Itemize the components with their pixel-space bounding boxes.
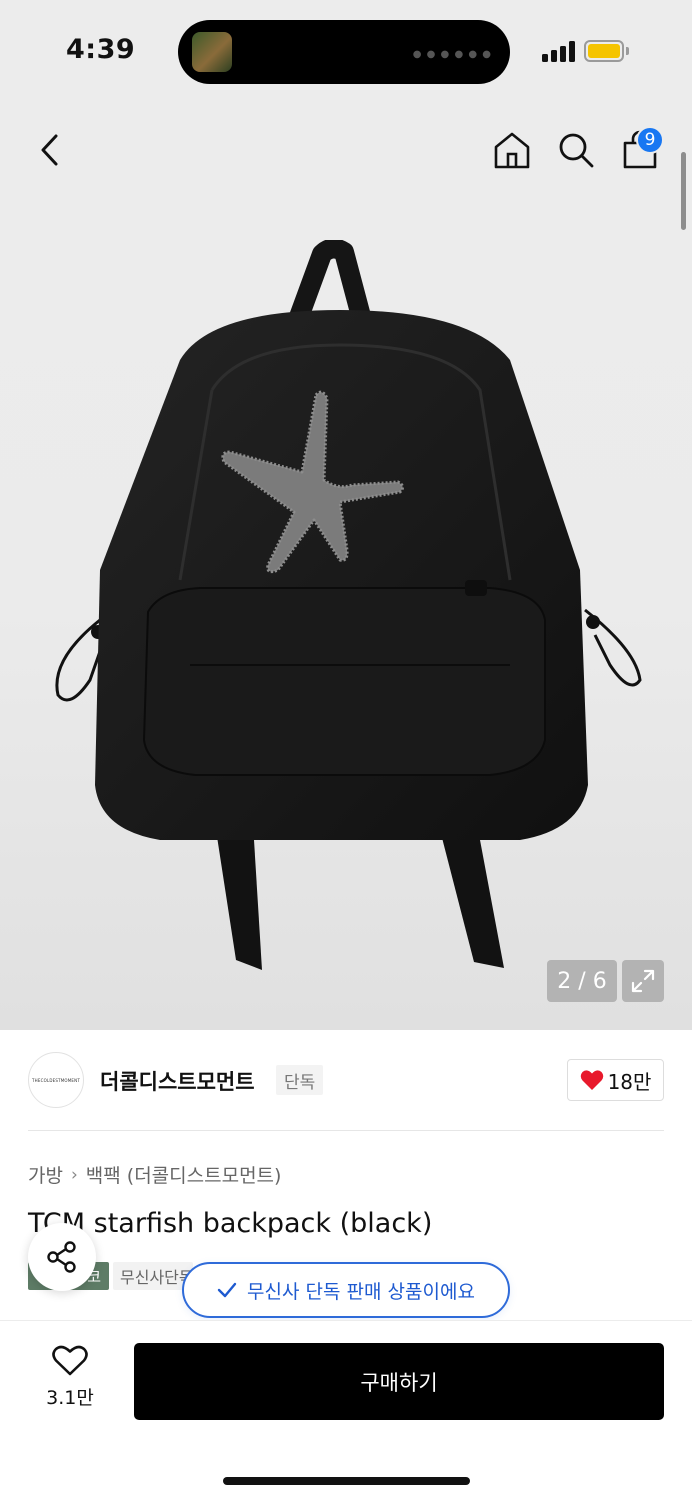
product-image-gallery[interactable]: 9 2 / 6 [0, 100, 692, 1030]
share-button[interactable] [28, 1223, 96, 1291]
expand-button[interactable] [622, 960, 664, 1002]
image-counter: 2 / 6 [547, 960, 617, 1002]
brand-name[interactable]: 더콜디스트모먼트 [100, 1066, 255, 1096]
now-playing-artwork [192, 32, 232, 72]
section-divider [28, 1130, 664, 1131]
search-button[interactable] [554, 128, 598, 172]
wishlist-button[interactable]: 3.1만 [30, 1345, 110, 1421]
breadcrumb-item-bag[interactable]: 가방 [28, 1161, 63, 1188]
heart-filled-icon [580, 1070, 603, 1090]
check-icon [217, 1282, 237, 1298]
expand-icon [631, 969, 655, 993]
scrollbar[interactable] [681, 152, 686, 230]
buy-button[interactable]: 구매하기 [134, 1343, 664, 1420]
product-title: TCM starfish backpack (black) [28, 1208, 433, 1239]
exclusive-toast: 무신사 단독 판매 상품이에요 [182, 1262, 510, 1318]
back-button[interactable] [28, 128, 72, 172]
audio-wave-icon: ● ● ● ● ● ● [412, 49, 492, 60]
brand-like-button[interactable]: 18만 [567, 1059, 664, 1101]
dynamic-island: ● ● ● ● ● ● [178, 20, 510, 84]
home-button[interactable] [490, 128, 534, 172]
bottom-action-bar: 3.1만 구매하기 [0, 1320, 692, 1500]
toast-text: 무신사 단독 판매 상품이에요 [247, 1280, 475, 1303]
product-tag-exclusive: 무신사단독 [113, 1262, 193, 1290]
breadcrumb: 가방 › 백팩 (더콜디스트모먼트) [28, 1161, 281, 1188]
product-image [55, 240, 642, 970]
cart-count-badge: 9 [636, 126, 664, 154]
battery-cap [626, 47, 629, 55]
home-icon [494, 132, 530, 169]
brand-like-count: 18만 [607, 1069, 652, 1094]
chevron-left-icon [41, 134, 58, 166]
chevron-right-icon: › [70, 1164, 78, 1185]
heart-outline-icon [52, 1345, 88, 1376]
brand-logo[interactable]: THECOLDESTMOMENT [28, 1052, 84, 1108]
exclusive-tag: 단독 [276, 1065, 324, 1095]
share-icon [47, 1241, 76, 1273]
brand-logo-text: THECOLDESTMOMENT [32, 1077, 80, 1083]
search-icon [559, 133, 594, 168]
status-time: 4:39 [66, 34, 136, 65]
cellular-signal-icon [542, 40, 576, 62]
home-indicator[interactable] [223, 1477, 470, 1485]
breadcrumb-item-backpack[interactable]: 백팩 (더콜디스트모먼트) [86, 1161, 282, 1188]
status-bar: 4:39 ● ● ● ● ● ● [0, 0, 692, 100]
wishlist-count: 3.1만 [46, 1387, 94, 1409]
battery-icon [584, 40, 624, 62]
